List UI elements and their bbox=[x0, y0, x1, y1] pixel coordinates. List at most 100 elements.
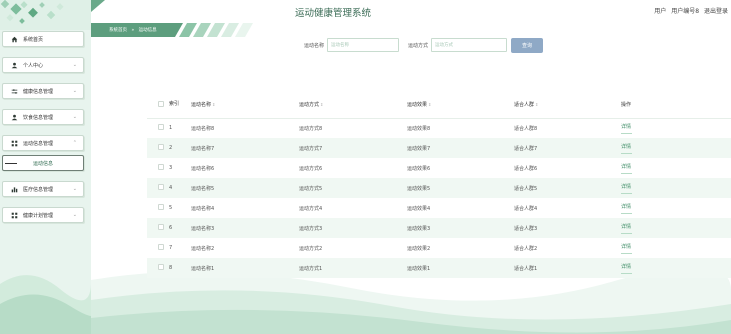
detail-link[interactable]: 详情 bbox=[621, 123, 633, 135]
detail-link[interactable]: 详情 bbox=[621, 263, 633, 274]
table-header-row: 索引 运动名称⇕ 运动方式⇕ 运动效果⇕ 适合人群⇕ 操作 bbox=[147, 92, 731, 119]
sidebar-item-personal-center[interactable]: 个人中心 ⌄ bbox=[2, 57, 84, 73]
page-title: 运动健康管理系统 bbox=[295, 8, 372, 19]
row-checkbox[interactable] bbox=[158, 164, 164, 170]
chevron-down-icon: ⌄ bbox=[72, 62, 77, 68]
breadcrumb-current: 运动信息 bbox=[138, 28, 157, 33]
cell-method: 运动方式6 bbox=[299, 165, 323, 172]
row-checkbox[interactable] bbox=[158, 204, 164, 210]
cell-crowd: 适合人群6 bbox=[514, 165, 538, 172]
cell-effect: 运动效果5 bbox=[407, 185, 431, 192]
search-button[interactable]: 查询 bbox=[511, 38, 543, 53]
search-method-label: 运动方式 bbox=[408, 43, 429, 49]
detail-link[interactable]: 详情 bbox=[621, 163, 633, 174]
sliders-icon bbox=[11, 88, 18, 95]
sidebar-item-label: 运动信息 bbox=[32, 160, 53, 167]
cell-seq: 2 bbox=[169, 145, 173, 151]
sidebar-decoration bbox=[0, 0, 91, 30]
detail-link[interactable]: 详情 bbox=[621, 183, 633, 194]
row-checkbox[interactable] bbox=[158, 184, 164, 190]
header-action: 操作 bbox=[621, 92, 731, 119]
search-bar: 运动名称 运动方式 查询 bbox=[0, 38, 731, 53]
row-checkbox-cell bbox=[147, 218, 169, 238]
table-row: 8 运动名称1 运动方式1 运动效果1 适合人群1 详情 bbox=[147, 258, 731, 278]
header-corner-decoration bbox=[91, 0, 105, 12]
cell-action: 详情 bbox=[621, 198, 731, 218]
cell-name: 运动名称5 bbox=[191, 185, 215, 192]
select-all-checkbox[interactable] bbox=[158, 100, 164, 107]
header-method[interactable]: 运动方式⇕ bbox=[299, 92, 407, 119]
row-checkbox-cell bbox=[147, 158, 169, 178]
header-method-label: 运动方式 bbox=[299, 102, 320, 109]
cell-effect: 运动效果3 bbox=[407, 225, 431, 232]
chevron-down-icon: ⌄ bbox=[72, 186, 77, 192]
breadcrumb-separator: » bbox=[131, 28, 135, 33]
sidebar-item-diet-info[interactable]: 饮食信息管理 ⌄ bbox=[2, 109, 84, 125]
table-row: 1 运动名称8 运动方式8 运动效果8 适合人群8 详情 bbox=[147, 118, 731, 138]
cell-name: 运动名称7 bbox=[191, 145, 215, 152]
table-row: 2 运动名称7 运动方式7 运动效果7 适合人群7 详情 bbox=[147, 138, 731, 158]
detail-link[interactable]: 详情 bbox=[621, 203, 633, 214]
sidebar-wave-decoration bbox=[0, 275, 91, 334]
row-checkbox[interactable] bbox=[158, 264, 164, 270]
header-seq: 索引 bbox=[169, 92, 191, 119]
search-method-input[interactable] bbox=[431, 38, 507, 52]
active-indicator bbox=[5, 163, 17, 164]
table-row: 4 运动名称5 运动方式5 运动效果5 适合人群5 详情 bbox=[147, 178, 731, 198]
cell-action: 详情 bbox=[621, 238, 731, 258]
cell-method: 运动方式4 bbox=[299, 205, 323, 212]
cell-name: 运动名称6 bbox=[191, 165, 215, 172]
cell-crowd: 适合人群4 bbox=[514, 205, 538, 212]
row-checkbox-cell bbox=[147, 258, 169, 278]
grid-icon bbox=[11, 140, 18, 147]
cell-effect: 运动效果8 bbox=[407, 125, 431, 132]
detail-link[interactable]: 详情 bbox=[621, 223, 633, 234]
bar-chart-icon bbox=[11, 186, 18, 193]
cell-method: 运动方式1 bbox=[299, 265, 323, 272]
logout-link[interactable]: 退出登录 bbox=[704, 8, 728, 15]
sidebar-item-label: 医疗信息管理 bbox=[23, 186, 54, 193]
cell-name: 运动名称8 bbox=[191, 125, 215, 132]
cell-name: 运动名称3 bbox=[191, 225, 215, 232]
user-role: 用户 bbox=[654, 8, 667, 15]
sidebar-item-health-plan[interactable]: 健康计划管理 ⌄ bbox=[2, 207, 84, 223]
cell-effect: 运动效果7 bbox=[407, 145, 431, 152]
table-row: 7 运动名称2 运动方式2 运动效果2 适合人群2 详情 bbox=[147, 238, 731, 258]
user-icon bbox=[11, 114, 18, 121]
breadcrumb-home[interactable]: 系统首页 bbox=[109, 28, 127, 33]
table-row: 3 运动名称6 运动方式6 运动效果6 适合人群6 详情 bbox=[147, 158, 731, 178]
detail-link[interactable]: 详情 bbox=[621, 143, 633, 154]
cell-seq: 8 bbox=[169, 265, 173, 271]
header-crowd[interactable]: 适合人群⇕ bbox=[514, 92, 621, 119]
cell-name: 运动名称2 bbox=[191, 245, 215, 252]
header-name[interactable]: 运动名称⇕ bbox=[191, 92, 299, 119]
row-checkbox[interactable] bbox=[158, 244, 164, 250]
row-checkbox[interactable] bbox=[158, 124, 164, 131]
detail-link[interactable]: 详情 bbox=[621, 243, 633, 254]
sidebar-item-health-info[interactable]: 健康信息管理 ⌄ bbox=[2, 83, 84, 99]
cell-name: 运动名称1 bbox=[191, 265, 215, 272]
sidebar-subitem-exercise[interactable]: 运动信息 bbox=[2, 155, 84, 171]
row-checkbox[interactable] bbox=[158, 144, 164, 150]
cell-action: 详情 bbox=[621, 258, 731, 278]
cell-seq: 7 bbox=[169, 245, 173, 251]
sidebar-item-medical-info[interactable]: 医疗信息管理 ⌄ bbox=[2, 181, 84, 197]
row-checkbox-cell bbox=[147, 238, 169, 258]
cell-effect: 运动效果4 bbox=[407, 205, 431, 212]
sidebar-item-exercise-info[interactable]: 运动信息管理 ⌃ bbox=[2, 135, 84, 151]
row-checkbox[interactable] bbox=[158, 224, 164, 230]
cell-crowd: 适合人群3 bbox=[514, 225, 538, 232]
cell-seq: 3 bbox=[169, 165, 173, 171]
cell-effect: 运动效果2 bbox=[407, 245, 431, 252]
cell-name: 运动名称4 bbox=[191, 205, 215, 212]
sort-icon: ⇕ bbox=[428, 102, 432, 108]
cell-crowd: 适合人群2 bbox=[514, 245, 538, 252]
sidebar-item-label: 健康信息管理 bbox=[23, 88, 54, 95]
search-name-input[interactable] bbox=[327, 38, 399, 52]
sidebar-item-label: 个人中心 bbox=[23, 62, 44, 69]
cell-action: 详情 bbox=[621, 118, 731, 138]
user-icon bbox=[11, 62, 18, 69]
cell-effect: 运动效果1 bbox=[407, 265, 431, 272]
cell-crowd: 适合人群7 bbox=[514, 145, 538, 152]
header-effect[interactable]: 运动效果⇕ bbox=[407, 92, 514, 119]
